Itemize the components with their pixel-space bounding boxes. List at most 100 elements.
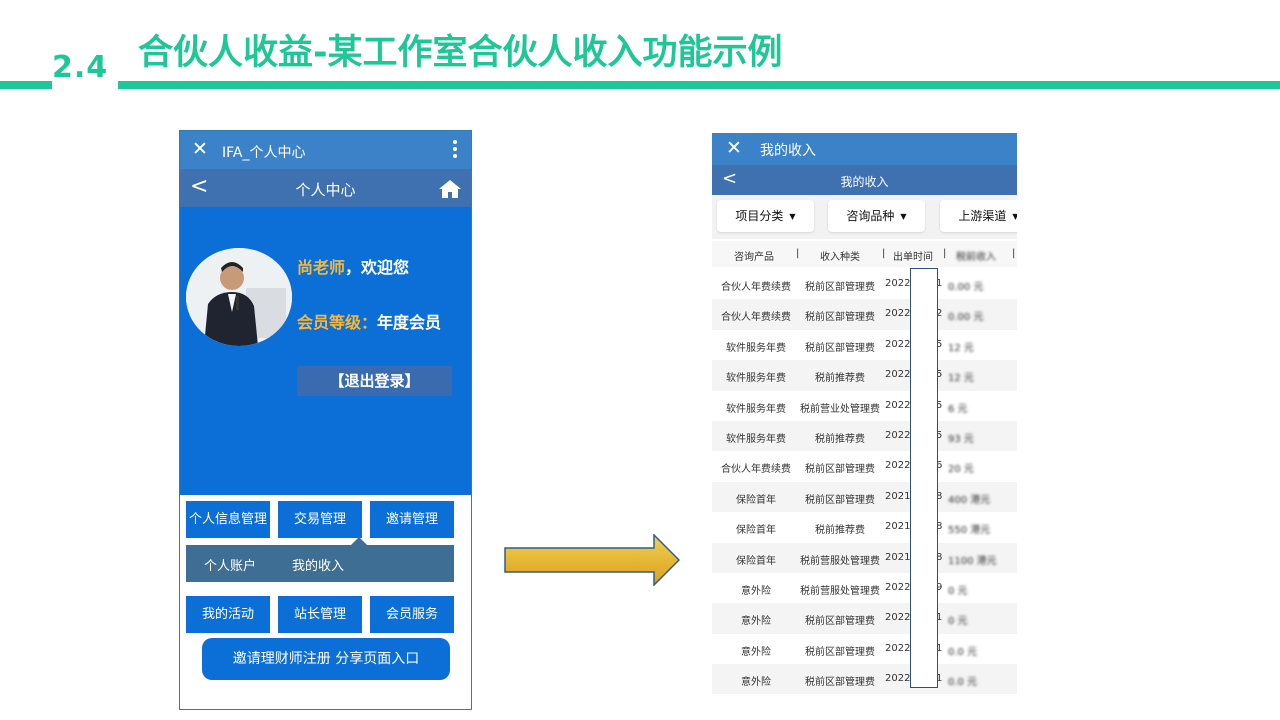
cell-amount: 1100 港元 <box>948 555 997 567</box>
caret-down-icon: ▼ <box>789 211 796 221</box>
income-phone-screenshot: ✕ 我的收入 < 我的收入 项目分类 ▼ 咨询品种 ▼ 上游渠道 ▼ 咨询产品 | 收… <box>712 133 1017 720</box>
filter-label: 项目分类 <box>735 209 784 223</box>
cell-date: 2022 <box>885 399 911 411</box>
cell-kind: 税前区部管理费 <box>805 494 875 506</box>
cell-product: 意外险 <box>741 677 771 689</box>
cell-amount: 400 港元 <box>948 494 991 506</box>
table-row[interactable]: 保险首年 税前营服处管理费 2021 1100 港元 8 <box>712 542 1017 573</box>
cell-product: 合伙人年费续费 <box>721 464 791 476</box>
profile-hero: 尚老师，欢迎您 会员等级：年度会员 【退出登录】 <box>180 207 471 495</box>
cell-date: 2021 <box>885 551 911 563</box>
member-level-label: 会员等级： <box>297 313 378 332</box>
cell-product: 软件服务年费 <box>726 403 786 415</box>
table-row[interactable]: 保险首年 税前区部管理费 2021 400 港元 8 <box>712 481 1017 513</box>
table-row[interactable]: 保险首年 税前推荐费 2021 550 港元 8 <box>712 512 1017 542</box>
cell-amount: 0 元 <box>948 585 968 597</box>
personal-account-item[interactable]: 个人账户 <box>204 555 256 574</box>
page-title: 我的收入 <box>840 175 889 189</box>
cell-product: 保险首年 <box>736 555 776 567</box>
col-divider: | <box>796 248 800 259</box>
cell-kind: 税前营服处管理费 <box>800 585 880 597</box>
invite-planner-button[interactable]: 邀请理财师注册 分享页面入口 <box>202 638 450 680</box>
app-title: IFA_个人中心 <box>222 145 306 161</box>
member-service-button[interactable]: 会员服务 <box>370 596 454 633</box>
table-row[interactable]: 合伙人年费续费 税前区部管理费 2022 0.00 元2 <box>712 299 1017 330</box>
cell-kind: 税前区部管理费 <box>805 342 875 354</box>
cell-amount: 12 元 <box>948 373 974 385</box>
filter-upstream-channel[interactable]: 上游渠道 ▼ <box>940 200 1017 232</box>
cell-date: 2022 <box>885 338 911 350</box>
cell-amount: 0.00 元 <box>948 282 984 293</box>
table-row[interactable]: 意外险 税前区部管理费 2022 0.0 元1 <box>712 664 1017 695</box>
table-row[interactable]: 意外险 税前营服处管理费 2022 0 元9 <box>712 573 1017 603</box>
income-table-body: 合伙人年费续费 税前区部管理费 2022 0.00 元 1 合伙人年费续费 税前区部管理费 2… <box>712 269 1017 695</box>
member-level-value: 年度会员 <box>377 313 442 332</box>
table-row[interactable]: 软件服务年费 税前营业处管理费 2022 6 元5 <box>712 391 1017 421</box>
table-row[interactable]: 合伙人年费续费 税前区部管理费 2022 20 元6 <box>712 451 1017 481</box>
filter-label: 上游渠道 <box>958 209 1007 223</box>
cell-product: 保险首年 <box>736 494 776 506</box>
close-icon[interactable]: ✕ <box>192 138 208 160</box>
cell-product: 保险首年 <box>736 525 776 537</box>
invite-management-button[interactable]: 邀请管理 <box>370 501 454 538</box>
filter-consult-type[interactable]: 咨询品种 ▼ <box>828 200 925 232</box>
cell-product: 软件服务年费 <box>726 342 786 354</box>
submenu-caret <box>351 537 367 545</box>
table-row[interactable]: 意外险 税前区部管理费 2022 0.0 元1 <box>712 634 1017 664</box>
trade-management-button[interactable]: 交易管理 <box>278 501 362 538</box>
filter-label: 咨询品种 <box>846 209 895 223</box>
cell-date: 2022 <box>885 612 911 624</box>
table-row[interactable]: 合伙人年费续费 税前区部管理费 2022 0.00 元1 <box>712 269 1017 299</box>
col-kind: 收入种类 <box>820 252 860 263</box>
cell-date: 2022 <box>885 369 911 381</box>
slide-title: 合伙人收益-某工作室合伙人收入功能示例 <box>138 33 783 73</box>
filter-bar: 项目分类 ▼ 咨询品种 ▼ 上游渠道 ▼ <box>712 195 1017 239</box>
col-amount: 税前收入 <box>956 252 996 263</box>
my-income-item[interactable]: 我的收入 <box>292 555 344 574</box>
cell-date: 2022 <box>885 429 911 441</box>
section-number: 2.4 <box>52 50 109 85</box>
cell-product: 软件服务年费 <box>726 373 786 385</box>
home-icon[interactable] <box>438 179 462 199</box>
col-divider: | <box>1012 248 1016 259</box>
cell-amount: 0.0 元 <box>948 677 978 689</box>
cell-kind: 税前区部管理费 <box>805 464 875 476</box>
app-title-bar: ✕ 我的收入 <box>712 133 1017 165</box>
table-row[interactable]: 软件服务年费 税前推荐费 2022 93 元5 <box>712 420 1017 452</box>
cell-kind: 税前区部管理费 <box>805 312 875 324</box>
user-name: 尚老师 <box>297 258 346 277</box>
cell-kind: 税前区部管理费 <box>805 282 875 293</box>
table-row[interactable]: 软件服务年费 税前区部管理费 2022 12 元5 <box>712 330 1017 360</box>
logout-button[interactable]: 【退出登录】 <box>297 366 452 396</box>
cell-product: 合伙人年费续费 <box>721 282 791 293</box>
filter-project-category[interactable]: 项目分类 ▼ <box>717 200 814 232</box>
col-date: 出单时间 <box>893 252 933 263</box>
cell-product: 意外险 <box>741 646 771 658</box>
cell-product: 软件服务年费 <box>726 433 786 445</box>
trade-submenu: 个人账户 我的收入 <box>186 545 454 582</box>
col-divider: | <box>882 248 886 259</box>
caret-down-icon: ▼ <box>900 211 907 221</box>
col-divider: | <box>943 248 947 259</box>
welcome-text: 尚老师，欢迎您 <box>297 254 409 278</box>
cell-kind: 税前区部管理费 <box>805 616 875 628</box>
cell-kind: 税前营业处管理费 <box>800 403 880 415</box>
close-icon[interactable]: ✕ <box>726 137 742 159</box>
cell-date: 2022 <box>885 278 911 289</box>
cell-date: 2022 <box>885 581 911 593</box>
profile-phone-screenshot: ✕ IFA_个人中心 < 个人中心 尚老师，欢迎您 会员等级：年度会员 【退出登… <box>179 130 472 710</box>
table-row[interactable]: 软件服务年费 税前推荐费 2022 12 元5 <box>712 360 1017 391</box>
cell-amount: 93 元 <box>948 433 974 445</box>
member-level: 会员等级：年度会员 <box>297 309 441 333</box>
table-row[interactable]: 意外险 税前区部管理费 2022 0 元1 <box>712 603 1017 634</box>
page-nav-bar: < 个人中心 <box>180 169 471 207</box>
caret-down-icon: ▼ <box>1012 211 1017 221</box>
site-management-button[interactable]: 站长管理 <box>278 596 362 633</box>
personal-info-button[interactable]: 个人信息管理 <box>186 501 270 538</box>
my-activities-button[interactable]: 我的活动 <box>186 596 270 633</box>
header-rule-right <box>118 81 1280 89</box>
cell-kind: 税前推荐费 <box>815 373 865 385</box>
more-vertical-icon[interactable] <box>453 140 457 160</box>
right-arrow-icon <box>504 534 680 586</box>
cell-product: 意外险 <box>741 585 771 597</box>
